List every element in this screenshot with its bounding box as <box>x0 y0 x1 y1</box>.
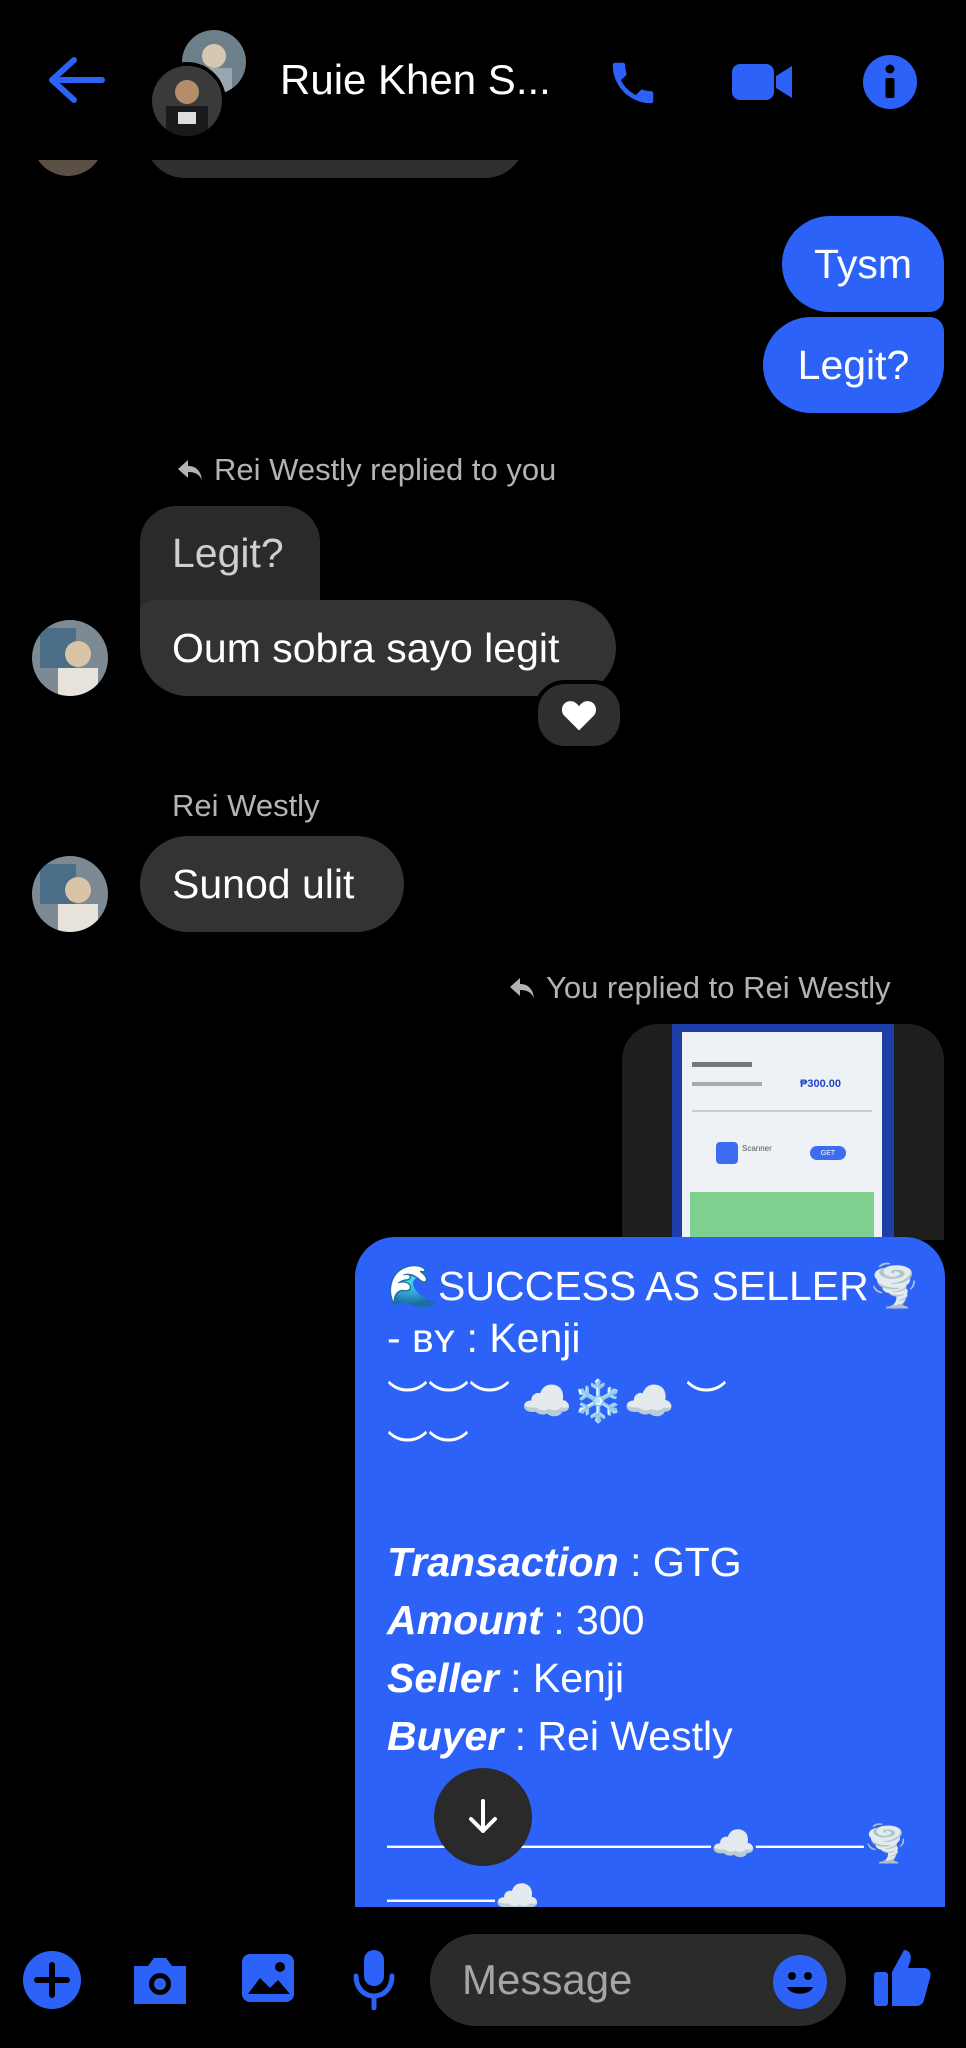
sender-avatar[interactable] <box>32 856 108 932</box>
quoted-text: Legit? <box>172 529 284 576</box>
sender-avatar[interactable] <box>32 620 108 696</box>
message-text: Oum sobra sayo legit <box>172 624 560 671</box>
arrow-down-icon <box>469 1799 497 1833</box>
plus-circle-icon[interactable] <box>22 1950 82 2015</box>
seller-value: : Kenji <box>510 1655 625 1701</box>
card-buyer-row: Buyer : Rei Westly <box>387 1713 733 1760</box>
amount-label: Amount <box>387 1597 542 1643</box>
arrow-left-icon[interactable] <box>46 56 106 104</box>
card-transaction-row: Transaction : GTG <box>387 1539 742 1586</box>
message-composer <box>0 1910 966 2048</box>
sent-message-bubble[interactable]: Tysm <box>782 216 944 312</box>
buyer-label: Buyer <box>387 1713 504 1759</box>
info-icon[interactable] <box>862 54 918 110</box>
message-text: Sunod ulit <box>172 860 355 907</box>
reply-arrow-icon <box>178 460 202 480</box>
received-message-bubble[interactable]: Oum sobra sayo legit <box>140 600 616 696</box>
received-message-bubble[interactable]: Sunod ulit <box>140 836 404 932</box>
reaction-badge[interactable] <box>534 680 624 750</box>
card-seller-row: Seller : Kenji <box>387 1655 624 1702</box>
card-decoration-line: ———☁️ <box>387 1877 540 1907</box>
emoji-icon[interactable] <box>772 1954 828 2015</box>
message-text: Tysm <box>814 240 912 287</box>
reply-label-text: You replied to Rei Westly <box>546 970 891 1005</box>
card-by-name: Kenji <box>489 1315 581 1361</box>
reply-indicator: You replied to Rei Westly <box>508 970 891 1006</box>
seller-label: Seller <box>387 1655 499 1701</box>
phone-icon[interactable] <box>606 56 660 110</box>
thumbs-up-icon[interactable] <box>872 1946 932 2013</box>
video-camera-icon[interactable] <box>730 60 794 104</box>
heart-icon <box>561 701 597 731</box>
contact-avatar[interactable] <box>148 62 226 140</box>
card-by-line: - ʙʏ : Kenji <box>387 1315 581 1362</box>
reply-label-text: Rei Westly replied to you <box>214 452 557 487</box>
thumbnail-scanner: Scanner <box>742 1144 772 1153</box>
card-decoration-line: ︶︶ <box>387 1428 469 1474</box>
quoted-screenshot-thumbnail[interactable]: ₱300.00 Scanner GET <box>622 1024 944 1240</box>
microphone-icon[interactable] <box>352 1948 396 2015</box>
thumbnail-amount: ₱300.00 <box>800 1078 841 1090</box>
chat-header: Ruie Khen S... <box>0 0 966 160</box>
buyer-value: : Rei Westly <box>514 1713 733 1759</box>
message-text: Legit? <box>797 341 910 388</box>
sender-name: Rei Westly <box>172 788 320 823</box>
contact-name[interactable]: Ruie Khen S... <box>280 56 551 104</box>
reply-indicator: Rei Westly replied to you <box>176 452 556 488</box>
card-amount-row: Amount : 300 <box>387 1597 644 1644</box>
scroll-to-bottom-button[interactable] <box>434 1768 532 1866</box>
transaction-label: Transaction <box>387 1539 619 1585</box>
thumbnail-get: GET <box>810 1146 846 1160</box>
reply-arrow-icon <box>510 978 534 998</box>
transaction-value: : GTG <box>630 1539 742 1585</box>
card-by-prefix: - ʙʏ : <box>387 1315 478 1361</box>
card-title: 🌊SUCCESS AS SELLER🌪️ <box>387 1263 920 1309</box>
camera-icon[interactable] <box>130 1954 190 2011</box>
image-icon[interactable] <box>240 1952 296 2009</box>
sent-message-bubble[interactable]: Legit? <box>763 317 944 413</box>
amount-value: : 300 <box>553 1597 645 1643</box>
